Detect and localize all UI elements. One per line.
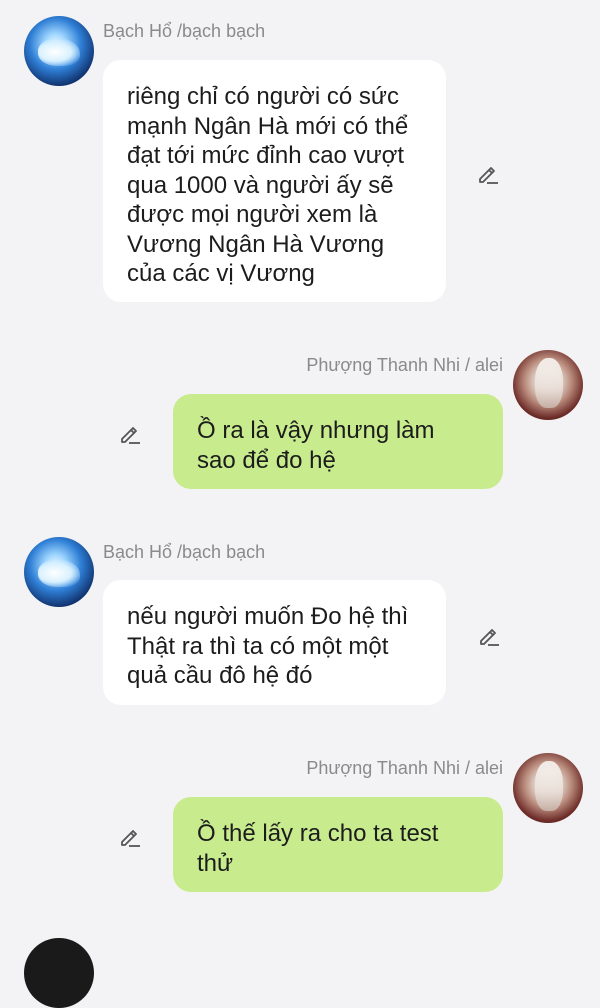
sender-name: Bạch Hổ /bạch bạch (103, 21, 266, 41)
sender-avatar[interactable] (24, 16, 94, 86)
sender-avatar[interactable] (24, 938, 94, 1008)
sender-name: Phượng Thanh Nhi / alei (306, 758, 503, 778)
sender-avatar[interactable] (24, 537, 94, 607)
message-bubble[interactable]: nếu người muốn Đo hệ thì Thật ra thì ta … (103, 580, 446, 705)
message-text: nếu người muốn Đo hệ thì Thật ra thì ta … (127, 603, 409, 689)
message-text: Ồ ra là vậy nhưng làm sao để đo hệ (197, 417, 435, 474)
sender-name: Phượng Thanh Nhi / alei (306, 355, 503, 375)
pencil-edit-icon[interactable] (117, 823, 143, 849)
message-text: riêng chỉ có người có sức mạnh Ngân Hà m… (127, 83, 409, 287)
sender-avatar[interactable] (513, 753, 583, 823)
pencil-edit-icon[interactable] (476, 622, 502, 648)
message-bubble[interactable]: Ồ thế lấy ra cho ta test thử (173, 797, 503, 892)
pencil-edit-icon[interactable] (117, 420, 143, 446)
sender-avatar[interactable] (513, 350, 583, 420)
sender-name: Bạch Hổ /bạch bạch (103, 542, 266, 562)
pencil-edit-icon[interactable] (475, 160, 501, 186)
message-bubble[interactable]: riêng chỉ có người có sức mạnh Ngân Hà m… (103, 60, 446, 302)
message-bubble[interactable]: Ồ ra là vậy nhưng làm sao để đo hệ (173, 394, 503, 489)
message-text: Ồ thế lấy ra cho ta test thử (197, 820, 439, 877)
